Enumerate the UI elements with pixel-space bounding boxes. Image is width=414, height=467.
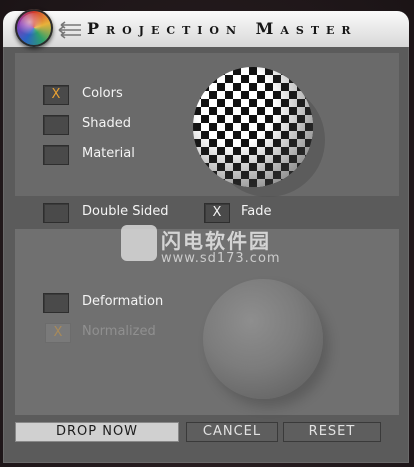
deformation-checkbox[interactable] [43,293,69,313]
drop-now-button[interactable]: DROP NOW [15,422,179,442]
normalized-label: Normalized [82,324,156,339]
normalized-checkbox[interactable]: X [45,323,71,343]
projection-master-window: Projection Master X Colors Shaded Materi… [3,9,409,463]
watermark-logo-icon [121,225,157,261]
fade-label: Fade [241,204,272,219]
double-sided-label: Double Sided [82,204,169,219]
cancel-button[interactable]: CANCEL [186,422,278,442]
colors-label: Colors [82,86,123,101]
deformation-label: Deformation [82,294,164,309]
window-title: Projection Master [87,19,358,38]
shaded-label: Shaded [82,116,131,131]
app-logo-sphere-icon [15,9,53,47]
watermark: 闪电软件园 www.sd173.com [121,223,291,273]
watermark-text: 闪电软件园 [161,229,271,253]
title-bar[interactable]: Projection Master [3,9,409,47]
watermark-url: www.sd173.com [161,251,281,266]
projection-arrows-icon [58,21,81,39]
material-checkbox[interactable] [43,145,69,165]
shaded-checkbox[interactable] [43,115,69,135]
checker-preview-sphere [193,67,313,187]
fade-checkbox[interactable]: X [204,203,230,223]
reset-button[interactable]: RESET [283,422,381,442]
double-sided-checkbox[interactable] [43,203,69,223]
material-label: Material [82,146,135,161]
colors-checkbox[interactable]: X [43,85,69,105]
deformation-preview-sphere [203,279,323,399]
